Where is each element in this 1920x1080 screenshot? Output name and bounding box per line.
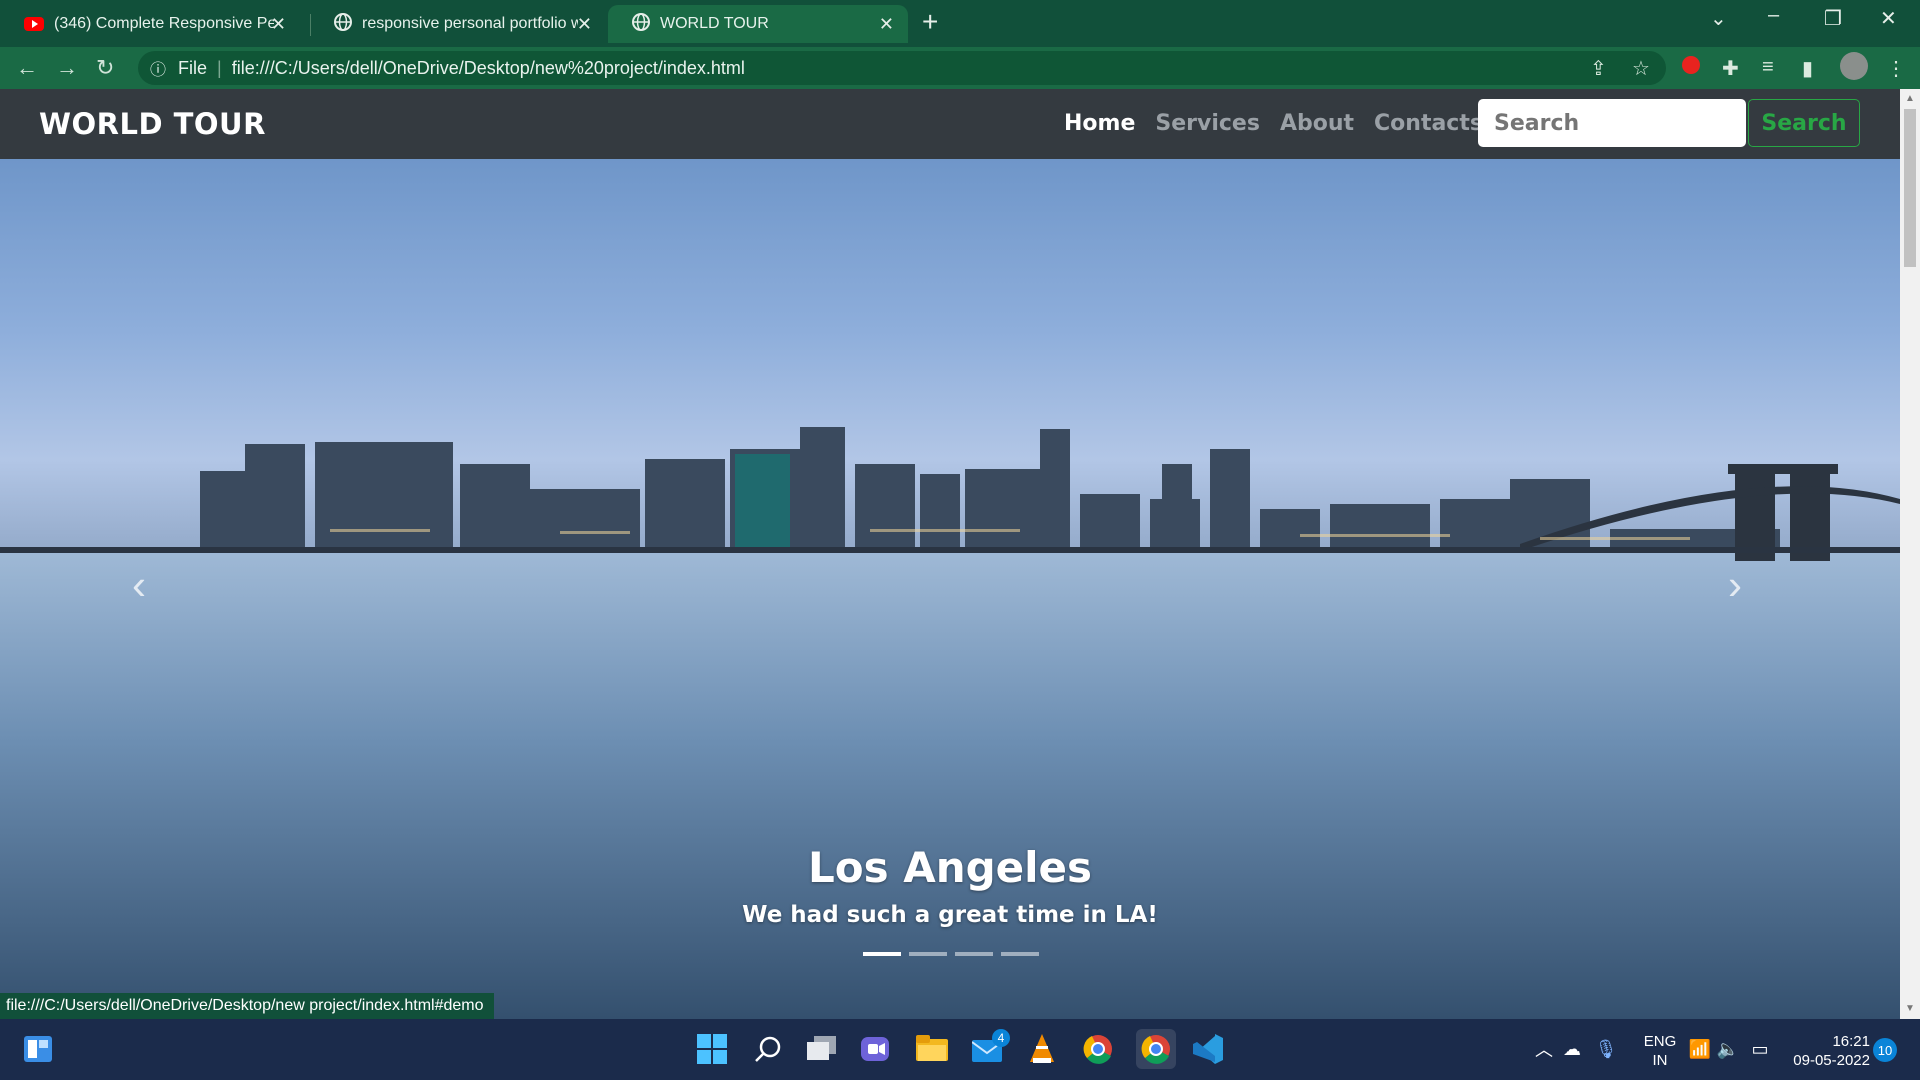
carousel-indicator[interactable] [909,952,947,956]
globe-icon [632,12,650,36]
close-icon[interactable]: ✕ [577,14,592,35]
site-brand[interactable]: WORLD TOUR [39,107,266,141]
onedrive-cloud-icon[interactable]: ☁ [1556,1033,1588,1065]
carousel-indicator[interactable] [863,952,901,956]
carousel-indicator[interactable] [955,952,993,956]
clock-date: 09-05-2022 [1793,1052,1870,1069]
mail-badge: 4 [992,1029,1010,1047]
language-code: ENG [1643,1033,1677,1050]
slide-title: Los Angeles [807,843,1093,892]
nav-services[interactable]: Services [1155,111,1260,136]
tab-search-chevron-icon[interactable]: ⌄ [1710,6,1727,31]
site-navbar: WORLD TOUR Home Services About Contacts … [0,89,1900,159]
url-text[interactable]: file:///C:/Users/dell/OneDrive/Desktop/n… [232,58,745,79]
globe-icon [334,12,352,36]
microphone-icon[interactable]: 🎙 [1590,1033,1622,1065]
media-queue-icon[interactable]: ≡ [1762,56,1774,79]
carousel-prev-icon[interactable]: ‹ [132,561,146,609]
divider: | [217,57,222,78]
region-code: IN [1652,1052,1668,1069]
window-close-icon[interactable]: ✕ [1880,6,1897,31]
new-tab-icon[interactable]: + [922,6,938,38]
menu-kebab-icon[interactable]: ⋮ [1886,56,1906,81]
browser-toolbar: ← → ↻ ⓘ File | file:///C:/Users/dell/One… [0,47,1920,89]
scroll-thumb[interactable] [1904,109,1916,267]
carousel-indicators [863,952,1039,956]
chrome-profile-icon[interactable] [1136,1029,1176,1069]
forward-icon[interactable]: → [56,55,78,81]
language-indicator[interactable]: ENG IN [1636,1032,1684,1070]
minimize-icon[interactable]: – [1768,4,1779,27]
profile-avatar[interactable] [1840,52,1868,86]
file-explorer-icon[interactable] [916,1033,948,1065]
teams-chat-icon[interactable] [860,1033,892,1065]
vlc-icon[interactable] [1026,1033,1058,1065]
hero-carousel: ‹ › Los Angeles We had such a great time… [0,159,1900,1019]
tab-world-tour[interactable]: WORLD TOUR ✕ [608,5,908,43]
extensions-puzzle-icon[interactable]: ✚ [1722,56,1739,81]
share-icon[interactable]: ⇪ [1590,56,1607,81]
start-windows-icon[interactable] [696,1033,728,1065]
clock-time: 16:21 [1832,1033,1870,1050]
info-icon[interactable]: ⓘ [150,56,166,80]
battery-icon[interactable]: ▭ [1744,1033,1776,1065]
notification-badge[interactable]: 10 [1873,1038,1897,1062]
tab-title: responsive personal portfolio we [362,15,578,32]
search-input[interactable] [1478,99,1746,147]
task-view-icon[interactable] [806,1033,838,1065]
chrome-icon[interactable] [1082,1033,1114,1065]
search-button[interactable]: Search [1748,99,1860,147]
close-icon[interactable]: ✕ [271,14,286,35]
scheme-label: File [178,57,208,78]
status-bar-link: file:///C:/Users/dell/OneDrive/Desktop/n… [0,993,494,1019]
extension-red-icon[interactable] [1682,56,1700,80]
windows-taskbar: 4 ︿ ☁ 🎙 ENG IN 📶 🔈 ▭ 16:21 09-05-2022 [0,1019,1920,1080]
volume-icon[interactable]: 🔈 [1712,1033,1744,1065]
bookmark-star-icon[interactable]: ☆ [1632,56,1650,81]
search-icon[interactable] [752,1033,784,1065]
side-panel-icon[interactable]: ▮ [1802,56,1813,81]
tab-portfolio[interactable]: responsive personal portfolio we ✕ [310,5,606,43]
carousel-indicator[interactable] [1001,952,1039,956]
page-scrollbar[interactable]: ▲ ▼ [1900,89,1920,1019]
tab-title: (346) Complete Responsive Perso [54,15,274,32]
back-icon[interactable]: ← [16,55,38,81]
scroll-down-icon[interactable]: ▼ [1905,1003,1915,1014]
close-icon[interactable]: ✕ [879,14,894,35]
vscode-icon[interactable] [1192,1033,1224,1065]
slide-subtitle: We had such a great time in LA! [742,902,1158,928]
clock[interactable]: 16:21 09-05-2022 [1786,1032,1870,1070]
scroll-up-icon[interactable]: ▲ [1905,93,1915,104]
web-page: WORLD TOUR Home Services About Contacts … [0,89,1900,1019]
widgets-icon[interactable] [22,1033,54,1065]
reload-icon[interactable]: ↻ [96,55,114,81]
carousel-next-icon[interactable]: › [1728,561,1742,609]
tab-youtube[interactable]: (346) Complete Responsive Perso ✕ [0,5,300,43]
browser-tab-strip: (346) Complete Responsive Perso ✕ respon… [0,0,1920,47]
nav-home[interactable]: Home [1064,111,1135,136]
address-bar[interactable]: ⓘ File | file:///C:/Users/dell/OneDrive/… [138,51,1666,85]
youtube-icon [24,17,44,31]
nav-links: Home Services About Contacts [1064,111,1483,136]
restore-icon[interactable]: ❐ [1824,6,1842,31]
nav-contacts[interactable]: Contacts [1374,111,1483,136]
nav-about[interactable]: About [1280,111,1354,136]
tab-title: WORLD TOUR [660,15,769,32]
